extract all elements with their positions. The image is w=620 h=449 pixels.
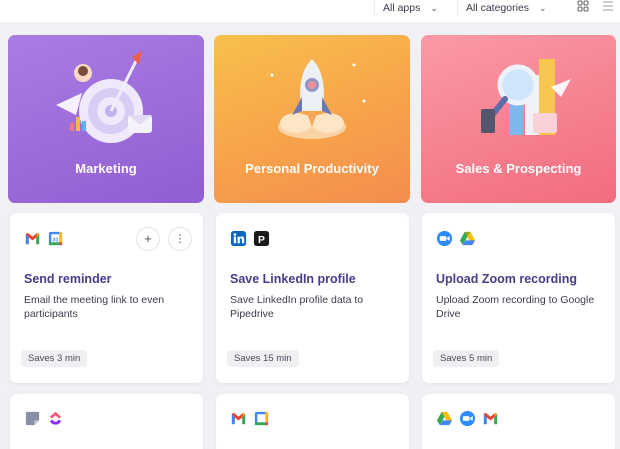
category-label: Personal Productivity [245, 161, 379, 176]
category-label: Sales & Prospecting [455, 161, 582, 176]
target-arrow-illustration [56, 51, 152, 143]
svg-text:P: P [258, 235, 265, 246]
workflow-card-save-linkedin-profile[interactable]: P Save LinkedIn profile Save LinkedIn pr… [216, 213, 409, 383]
linkedin-icon [230, 230, 247, 247]
chevron-down-icon: ⌄ [430, 2, 438, 13]
google-drive-icon [436, 411, 453, 426]
category-card-sales-prospecting[interactable]: Sales & Prospecting [421, 35, 616, 203]
zoom-icon [459, 410, 476, 427]
category-label: Marketing [75, 161, 137, 176]
workflow-card-upload-zoom-recording[interactable]: Upload Zoom recording Upload Zoom record… [422, 213, 615, 383]
zoom-icon [436, 230, 453, 247]
google-calendar-icon: 31 [48, 231, 63, 246]
time-saved-badge: Saves 5 min [433, 350, 500, 367]
card-title: Save LinkedIn profile [230, 272, 356, 286]
more-options-button[interactable]: ⋮ [168, 227, 192, 251]
svg-text:31: 31 [52, 237, 58, 243]
magnifier-chart-illustration [481, 59, 571, 135]
workflow-card-partial[interactable] [422, 394, 615, 449]
category-card-marketing[interactable]: Marketing [8, 35, 204, 203]
card-description: Save LinkedIn profile data to Pipedrive [230, 294, 364, 320]
filter-bar: All apps ⌄ All categories ⌄ [0, 0, 620, 22]
card-title: Upload Zoom recording [436, 272, 577, 286]
categories-filter-label: All categories [466, 2, 530, 14]
apps-filter-label: All apps [383, 2, 421, 14]
workflow-card-partial[interactable] [216, 394, 409, 449]
list-view-icon[interactable] [601, 0, 615, 14]
google-drive-icon [459, 231, 476, 246]
time-saved-badge: Saves 15 min [227, 350, 299, 367]
card-description: Upload Zoom recording to Google Drive [436, 294, 595, 320]
card-title: Send reminder [24, 272, 112, 286]
gmail-icon [231, 412, 246, 425]
gmail-icon [25, 232, 40, 245]
sticky-note-icon [25, 411, 40, 426]
clickup-icon [49, 411, 62, 425]
apps-filter-dropdown[interactable]: All apps ⌄ [374, 0, 450, 16]
gmail-icon [483, 412, 498, 425]
google-calendar-icon [254, 411, 269, 426]
chevron-down-icon: ⌄ [539, 2, 547, 13]
pipedrive-icon: P [253, 230, 270, 247]
workflow-card-send-reminder[interactable]: 31 + ⋮ Send reminder Email the meeting l… [10, 213, 203, 383]
time-saved-badge: Saves 3 min [21, 350, 88, 367]
categories-filter-dropdown[interactable]: All categories ⌄ [457, 0, 559, 16]
grid-view-icon[interactable] [576, 0, 590, 14]
rocket-illustration [270, 59, 366, 139]
card-description: Email the meeting link to even participa… [24, 294, 165, 320]
category-card-personal-productivity[interactable]: Personal Productivity [214, 35, 410, 203]
add-button[interactable]: + [136, 227, 160, 251]
workflow-card-partial[interactable] [10, 394, 203, 449]
